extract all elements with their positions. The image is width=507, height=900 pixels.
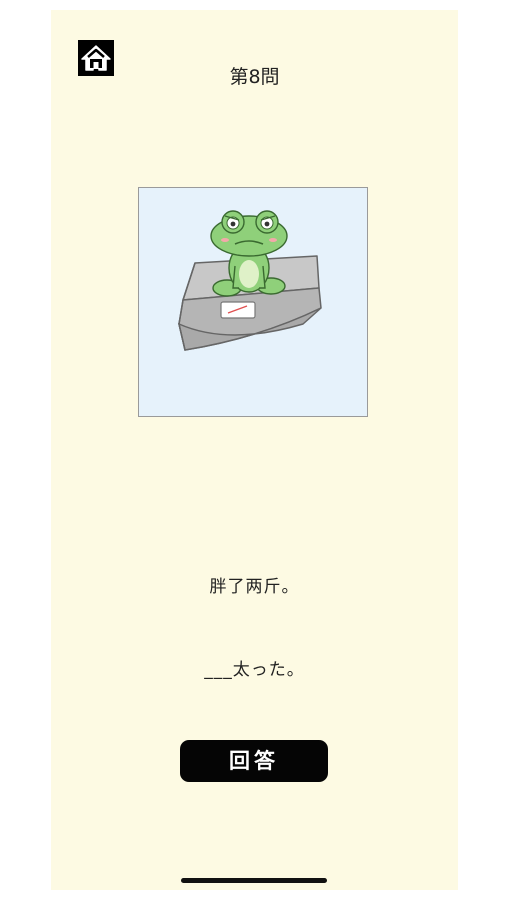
japanese-fill-in-sentence: ___太った。 [204, 660, 305, 680]
answer-button[interactable]: 回答 [180, 740, 328, 782]
question-number: 第8問 [229, 66, 280, 88]
home-indicator[interactable] [181, 878, 327, 883]
chinese-sentence: 胖了两斤。 [209, 577, 300, 597]
frog-on-scale-image [138, 187, 368, 417]
quiz-screen: 第8問 胖了两斤。 ___太った。 回答 [51, 10, 458, 890]
